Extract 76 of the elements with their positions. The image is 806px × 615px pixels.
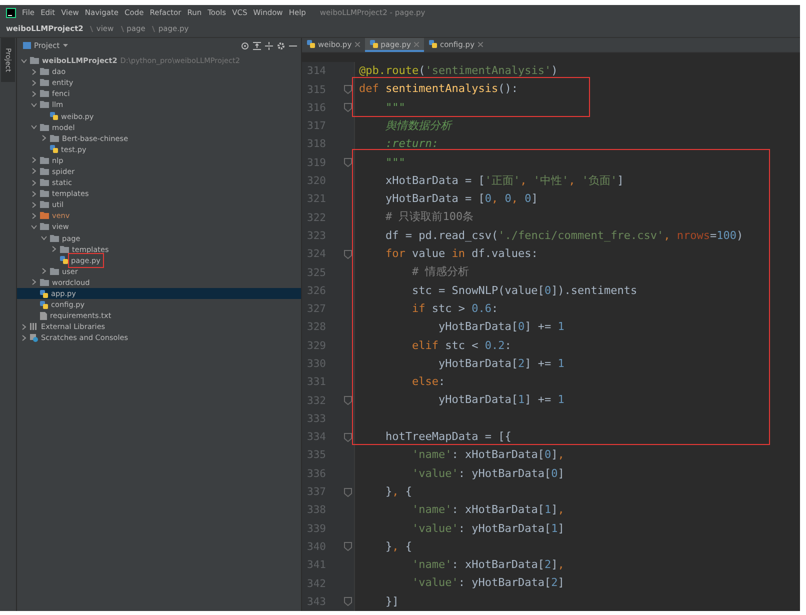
code-line: yHotBarData = [0, 0, 0] [384,191,539,208]
code-line: """ [384,154,406,171]
chevron-right-icon[interactable] [51,246,57,252]
chevron-right-icon[interactable] [31,157,37,164]
chevron-right-icon[interactable] [31,180,37,186]
chevron-right-icon[interactable] [31,279,37,286]
expand-all-icon[interactable] [253,42,261,50]
code-line: elif stc < 0.2: [410,338,512,354]
chevron-right-icon[interactable] [31,212,37,219]
chevron-right-icon[interactable] [31,168,37,174]
chevron-down-icon[interactable] [41,235,47,242]
chevron-down-icon[interactable] [31,124,37,130]
fold-marker-icon[interactable] [344,250,352,259]
chevron-right-icon[interactable] [31,68,37,75]
code-line: :return: [384,136,440,152]
code-line: }] [384,594,400,610]
python-file-icon [307,40,315,48]
code-line: """ [384,100,406,116]
chevron-down-icon[interactable] [31,102,37,108]
code-line: 舆情数据分析 [384,118,454,134]
collapse-all-icon[interactable] [265,42,273,50]
code-line: yHotBarData[0] += 1 [437,319,566,336]
code-line: hotTreeMapData = [{ [384,429,512,446]
code-line: def sentimentAnalysis(): [359,81,519,98]
code-line: for value in df.values: [384,246,539,262]
chevron-right-icon[interactable] [41,268,47,274]
chevron-right-icon[interactable] [21,324,27,330]
chevron-right-icon[interactable] [31,202,37,208]
chevron-right-icon[interactable] [21,334,27,341]
python-file-icon [50,112,58,120]
chevron-right-icon[interactable] [31,80,37,86]
scratches-icon [30,334,38,342]
settings-icon[interactable] [277,42,285,50]
close-icon[interactable] [478,42,483,47]
fold-marker-icon[interactable] [344,542,352,552]
code-line: xHotBarData = ['正面', '中性', '负面'] [384,172,625,189]
code-line: 'name': xHotBarData[2], [410,557,566,574]
fold-marker-icon[interactable] [344,85,352,94]
library-icon [30,323,38,330]
text-file-icon [40,312,47,320]
code-line: df = pd.read_csv('./fenci/comment_fre.csv', nrows=100) [384,228,744,244]
code-line: # 只读取前100条 [384,209,475,226]
code-line: stc = SnowNLP(value[0]).sentiments [410,282,638,299]
fold-marker-icon[interactable] [344,432,352,442]
fold-marker-icon[interactable] [344,158,352,168]
code-line: }, { [384,484,413,500]
code-line: @pb.route('sentimentAnalysis') [359,63,559,80]
python-file-icon [428,40,437,48]
project-window-icon [23,42,31,49]
close-icon[interactable] [354,42,360,47]
chevron-right-icon[interactable] [41,135,47,142]
dropdown-caret-icon [62,44,68,47]
locate-icon[interactable] [241,42,249,50]
fold-marker-icon[interactable] [344,488,352,497]
chevron-right-icon[interactable] [31,90,37,97]
fold-marker-icon[interactable] [344,103,352,112]
app-logo-icon [6,8,16,18]
code-line: 'value': yHotBarData[1] [410,520,566,537]
fold-marker-icon[interactable] [344,396,352,406]
chevron-down-icon[interactable] [31,224,37,230]
code-line: else: [410,374,446,390]
code-line: yHotBarData[2] += 1 [437,356,566,372]
code-line: 'value': yHotBarData[0] [410,466,566,482]
code-line: 'name': xHotBarData[1], [410,502,566,518]
chevron-right-icon[interactable] [31,190,37,197]
code-line: }, { [384,538,413,555]
code-line: # 情感分析 [410,264,470,280]
code-line: if stc > 0.6: [410,300,500,317]
python-file-icon [50,145,58,154]
code-line: yHotBarData[1] += 1 [437,392,566,408]
python-file-icon [370,40,378,48]
code-line: 'value': yHotBarData[2] [410,575,566,592]
python-file-icon [60,256,68,264]
fold-marker-icon[interactable] [344,597,352,606]
chevron-down-icon[interactable] [21,58,27,64]
code-line: 'name': xHotBarData[0], [410,447,566,464]
